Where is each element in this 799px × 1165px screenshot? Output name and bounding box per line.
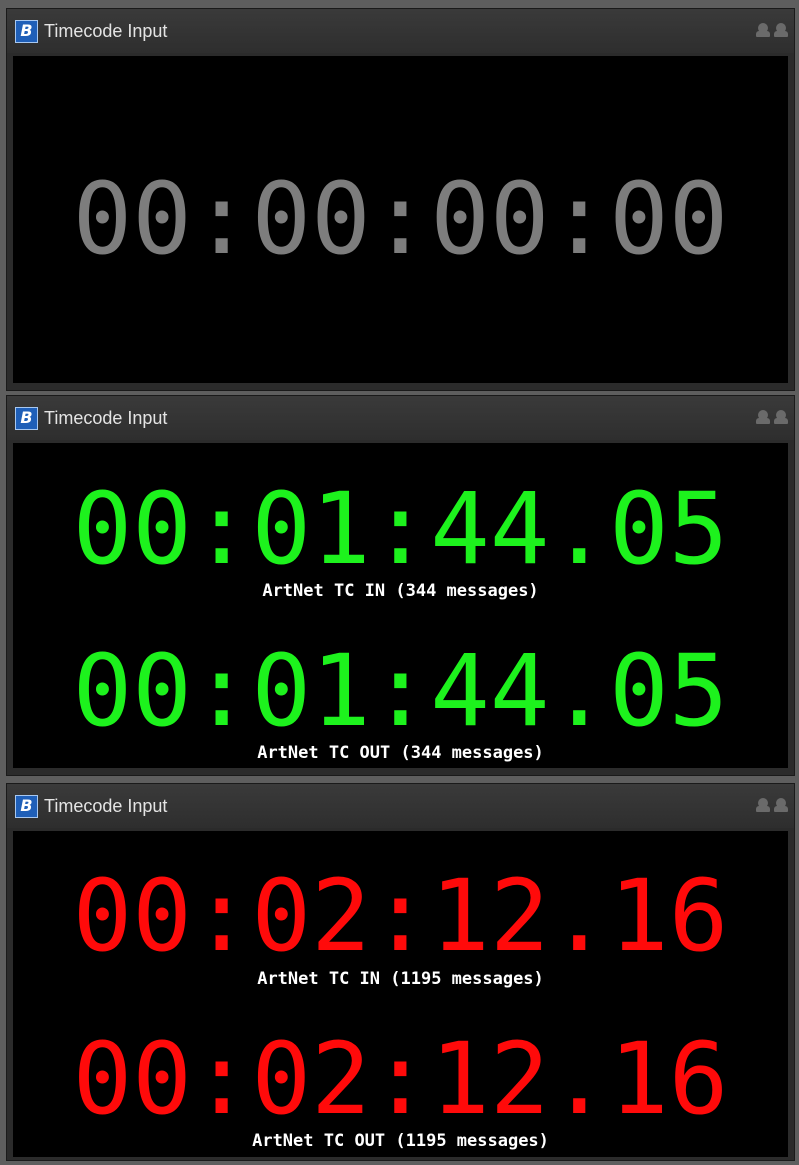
timecode-in-caption: ArtNet TC IN (1195 messages) (257, 969, 544, 989)
b-logo-icon: B (15, 794, 38, 818)
panel-title: Timecode Input (44, 20, 168, 41)
timecode-in-caption: ArtNet TC IN (344 messages) (262, 581, 539, 601)
user-icon[interactable] (756, 410, 770, 424)
panel-titlebar[interactable]: B Timecode Input (7, 396, 794, 440)
user-icon[interactable] (756, 23, 770, 37)
b-logo-icon: B (15, 406, 38, 430)
panel-titlebar[interactable]: B Timecode Input (7, 784, 794, 828)
timecode-panel-idle: B Timecode Input 00:00:00:00 (6, 8, 795, 391)
timecode-value: 00:00:00:00 (72, 162, 729, 277)
timecode-panel-green: B Timecode Input 00:01:44.05 ArtNet TC I… (6, 395, 795, 776)
timecode-in-value: 00:01:44.05 (72, 472, 729, 587)
timecode-in-value: 00:02:12.16 (72, 859, 729, 974)
timecode-out-value: 00:02:12.16 (72, 1022, 729, 1137)
user-icon[interactable] (774, 23, 788, 37)
timecode-out-caption: ArtNet TC OUT (1195 messages) (252, 1131, 549, 1151)
user-icon[interactable] (774, 798, 788, 812)
user-icon[interactable] (756, 798, 770, 812)
b-logo-icon: B (15, 19, 38, 43)
timecode-panel-red: B Timecode Input 00:02:12.16 ArtNet TC I… (6, 783, 795, 1161)
user-icon[interactable] (774, 410, 788, 424)
panel-title: Timecode Input (44, 407, 168, 428)
timecode-display: 00:01:44.05 ArtNet TC IN (344 messages) … (13, 443, 788, 768)
window-buttons (756, 410, 788, 424)
timecode-out-caption: ArtNet TC OUT (344 messages) (257, 743, 544, 763)
timecode-out-value: 00:01:44.05 (72, 634, 729, 749)
panel-titlebar[interactable]: B Timecode Input (7, 9, 794, 53)
window-buttons (756, 798, 788, 812)
window-buttons (756, 23, 788, 37)
panel-title: Timecode Input (44, 795, 168, 816)
timecode-display: 00:02:12.16 ArtNet TC IN (1195 messages)… (13, 831, 788, 1157)
timecode-display: 00:00:00:00 (13, 56, 788, 383)
